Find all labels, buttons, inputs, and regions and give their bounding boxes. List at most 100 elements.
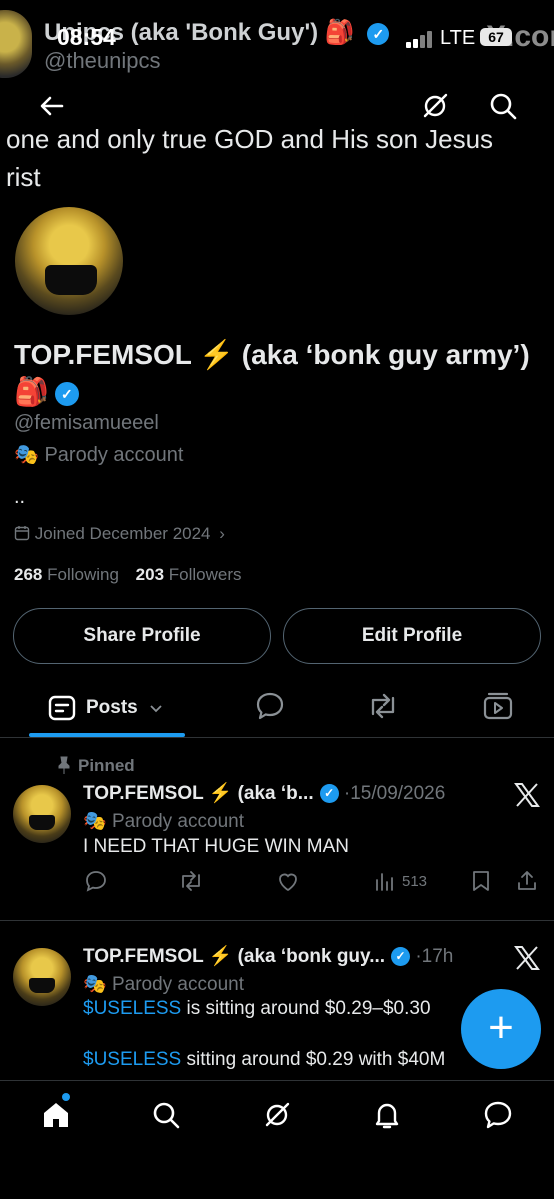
views-count: 513 [402, 872, 428, 890]
views-button[interactable]: 513 [374, 869, 427, 893]
bookmark-button[interactable] [470, 869, 492, 893]
notifications-icon [375, 1103, 399, 1129]
chevron-right-icon: › [219, 524, 225, 543]
overlay-avatar [0, 10, 32, 78]
replies-icon [256, 692, 284, 720]
bookmark-icon [473, 871, 489, 891]
tweet-text: is sitting around $0.29–$0.30 [181, 998, 431, 1019]
reposts-icon [371, 693, 395, 719]
posts-icon [48, 695, 76, 721]
repost-button[interactable] [178, 869, 204, 893]
battery-icon: 67 [480, 28, 512, 46]
x-logo-icon [514, 945, 540, 976]
tweet-avatar[interactable] [13, 948, 71, 1006]
tweet-text-line2: $USELESS sitting around $0.29 with $40M [83, 1049, 445, 1071]
search-icon [490, 93, 517, 120]
tab-posts-label: Posts [86, 697, 138, 718]
heart-icon [279, 873, 297, 892]
verified-badge-icon: ✓ [319, 784, 339, 804]
tweet-author[interactable]: TOP.FEMSOL ⚡️ (aka ‘bonk guy... ✓ ·17h [83, 944, 453, 968]
search-icon [153, 1102, 180, 1129]
share-profile-button[interactable]: Share Profile [13, 608, 271, 664]
tweet-date: 15/09/2026 [350, 783, 446, 804]
overlay-handle: @theunipcs [44, 48, 161, 73]
following-link[interactable]: 268 Following [14, 565, 119, 584]
backpack-icon: 🎒 [324, 19, 355, 46]
cashtag-link[interactable]: $USELESS [83, 1049, 181, 1070]
followers-label: Followers [168, 565, 242, 584]
back-button[interactable] [36, 90, 68, 127]
tweet-divider [0, 920, 554, 921]
repost-icon [182, 871, 200, 891]
verified-badge-icon: ✓ [391, 947, 411, 967]
tab-media[interactable] [482, 690, 514, 727]
backpack-icon: 🎒 [14, 376, 49, 407]
tweet-author[interactable]: TOP.FEMSOL ⚡️ (aka ‘b... ✓ ·15/09/2026 [83, 781, 445, 805]
tweet-parody-label: 🎭 Parody account [83, 972, 244, 996]
grok-button[interactable] [419, 90, 451, 127]
parody-label: 🎭 Parody account [14, 442, 183, 467]
followers-count: 203 [135, 565, 165, 584]
views-icon [376, 873, 393, 891]
reply-button[interactable] [84, 869, 108, 893]
verified-badge-icon: ✓ [367, 22, 390, 45]
home-notification-dot [62, 1093, 70, 1101]
active-tab-indicator [29, 733, 185, 737]
profile-avatar[interactable] [12, 204, 126, 318]
banner-text-line1: one and only true GOD and His son Jesus [6, 124, 494, 154]
cashtag-link[interactable]: $USELESS [83, 998, 181, 1019]
following-count: 268 [14, 565, 43, 584]
network-label: LTE [440, 27, 476, 49]
following-label: Following [47, 565, 119, 584]
calendar-icon [14, 526, 30, 541]
followers-link[interactable]: 203 Followers [136, 565, 242, 584]
search-button[interactable] [487, 90, 519, 127]
share-button[interactable] [515, 869, 539, 893]
nav-search[interactable] [150, 1099, 182, 1136]
tab-reposts[interactable] [366, 690, 400, 727]
reply-icon [86, 871, 106, 892]
x-logo-icon [514, 782, 540, 813]
pin-icon [58, 756, 70, 774]
profile-display-name: TOP.FEMSOL ⚡️ (aka ‘bonk guy army’) 🎒 ✓ [14, 336, 534, 410]
tweet-avatar[interactable] [13, 785, 71, 843]
tweet-author-text: TOP.FEMSOL ⚡️ (aka ‘bonk guy... [83, 946, 386, 967]
signal-icon [406, 30, 434, 48]
grok-icon [423, 93, 448, 118]
parody-label-text: Parody account [44, 444, 184, 466]
edit-profile-button[interactable]: Edit Profile [283, 608, 541, 664]
arrow-left-icon [40, 96, 64, 116]
bottom-navigation [0, 1080, 554, 1199]
nav-messages[interactable] [482, 1099, 514, 1136]
status-time: 08:54 [57, 24, 116, 50]
chevron-down-icon [150, 705, 162, 713]
nav-home[interactable] [40, 1099, 72, 1136]
messages-icon [484, 1101, 512, 1129]
profile-bio: .. [14, 486, 26, 508]
tweet-date: 17h [421, 946, 454, 967]
pinned-label: Pinned [56, 756, 135, 776]
compose-button[interactable]: + [461, 989, 541, 1069]
grok-icon [265, 1102, 290, 1127]
media-icon [483, 692, 513, 720]
home-icon [44, 1103, 68, 1127]
joined-text: Joined December 2024 [34, 524, 211, 543]
nav-notifications[interactable] [371, 1099, 403, 1136]
tweet-text: I NEED THAT HUGE WIN MAN [83, 836, 350, 857]
verified-badge-icon: ✓ [54, 381, 79, 406]
tweet-parody-text: Parody account [111, 974, 244, 995]
joined-date[interactable]: Joined December 2024 › [14, 524, 225, 544]
like-button[interactable] [276, 869, 300, 893]
tweet-text: sitting around $0.29 with $40M [181, 1049, 446, 1070]
profile-handle: @femisamueeel [14, 412, 159, 434]
banner-text-line2: rist [6, 162, 41, 192]
pinned-text: Pinned [78, 756, 135, 775]
nav-grok[interactable] [261, 1099, 293, 1136]
tab-posts[interactable]: Posts [48, 694, 164, 722]
tab-replies[interactable] [254, 690, 286, 727]
tweet-author-text: TOP.FEMSOL ⚡️ (aka ‘b... [83, 783, 314, 804]
parody-mask-icon: 🎭 [83, 974, 107, 995]
tweet-parody-text: Parody account [111, 811, 244, 832]
tweet-text-line1: $USELESS is sitting around $0.29–$0.30 [83, 998, 431, 1020]
display-name-text: TOP.FEMSOL ⚡️ (aka ‘bonk guy army’) [14, 339, 530, 370]
